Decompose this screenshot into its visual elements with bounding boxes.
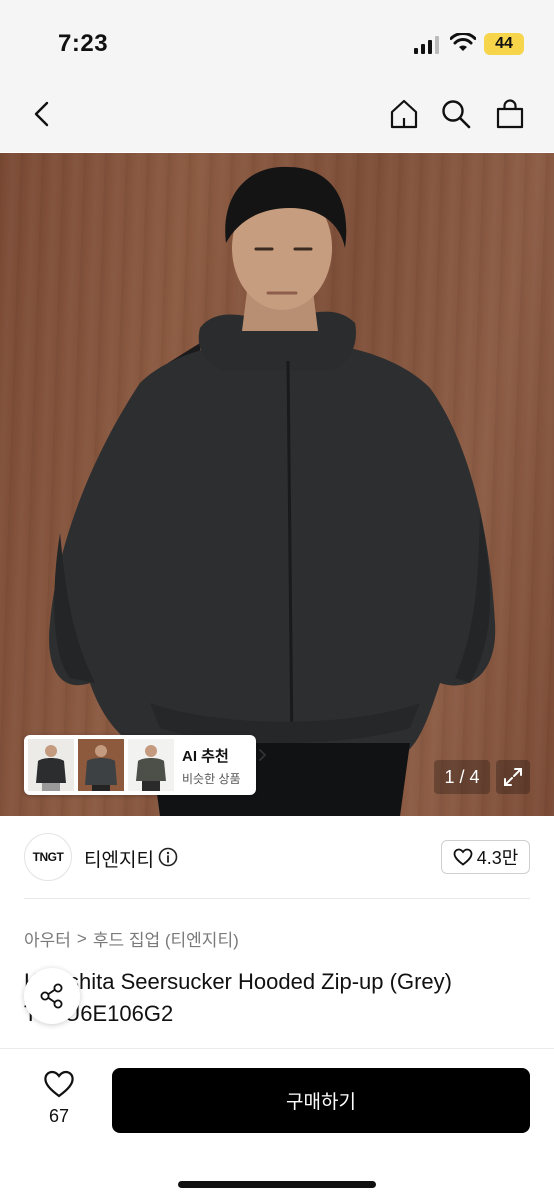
info-icon[interactable] xyxy=(158,847,178,867)
ai-similar-products-card[interactable]: AI 추천 비슷한 상품 xyxy=(24,735,267,795)
heart-icon xyxy=(44,1070,74,1098)
home-indicator xyxy=(178,1181,376,1188)
status-bar: 7:23 44 xyxy=(0,0,554,80)
search-button[interactable] xyxy=(436,94,476,134)
brand-name[interactable]: 티엔지티 xyxy=(84,845,154,872)
share-button[interactable] xyxy=(24,968,80,1024)
brand-logo[interactable]: TNGT xyxy=(24,833,72,881)
battery-indicator: 44 xyxy=(484,33,524,55)
breadcrumb-separator: > xyxy=(76,928,87,948)
buy-button[interactable]: 구매하기 xyxy=(112,1068,530,1133)
breadcrumb: 아우터 > 후드 집업 (티엔지티) xyxy=(24,926,239,951)
brand-like-button[interactable]: 4.3만 xyxy=(441,840,530,874)
similar-thumbnail[interactable] xyxy=(128,739,174,791)
wishlist-button[interactable]: 67 xyxy=(30,1069,88,1131)
search-icon xyxy=(442,100,471,129)
cart-button[interactable] xyxy=(490,94,530,134)
back-button[interactable] xyxy=(22,94,62,134)
image-counter: 1 / 4 xyxy=(434,760,490,794)
status-time: 7:23 xyxy=(58,30,109,57)
expand-icon xyxy=(504,768,522,786)
model-photo xyxy=(49,166,496,816)
brand-row: TNGT 티엔지티 4.3만 xyxy=(0,816,554,898)
brand-like-count: 4.3만 xyxy=(476,848,519,868)
divider xyxy=(24,898,530,899)
shopping-bag-icon xyxy=(496,99,524,129)
home-button[interactable] xyxy=(384,94,424,134)
expand-image-button[interactable] xyxy=(496,760,530,794)
product-image-gallery[interactable]: AI 추천 비슷한 상품 1 / 4 xyxy=(0,153,554,816)
breadcrumb-category[interactable]: 아우터 xyxy=(24,926,71,951)
home-icon xyxy=(390,99,418,129)
bottom-action-bar: 67 구매하기 xyxy=(0,1048,554,1200)
chevron-left-icon xyxy=(34,101,49,127)
similar-thumbnail[interactable] xyxy=(28,739,74,791)
top-nav-bar xyxy=(0,80,554,152)
heart-icon xyxy=(453,848,473,866)
chevron-right-icon xyxy=(259,749,267,761)
product-title: Kinoshita Seersucker Hooded Zip-up (Grey… xyxy=(24,969,452,1026)
share-icon xyxy=(40,983,63,1009)
cellular-signal-icon xyxy=(414,36,439,54)
wifi-icon xyxy=(450,33,476,51)
wishlist-count: 67 xyxy=(48,1106,70,1126)
ai-recommend-subtitle: 비슷한 상품 xyxy=(182,772,241,786)
similar-thumbnail[interactable] xyxy=(78,739,124,791)
ai-recommend-title: AI 추천 xyxy=(182,748,229,765)
breadcrumb-subcategory[interactable]: 후드 집업 (티엔지티) xyxy=(93,926,239,951)
